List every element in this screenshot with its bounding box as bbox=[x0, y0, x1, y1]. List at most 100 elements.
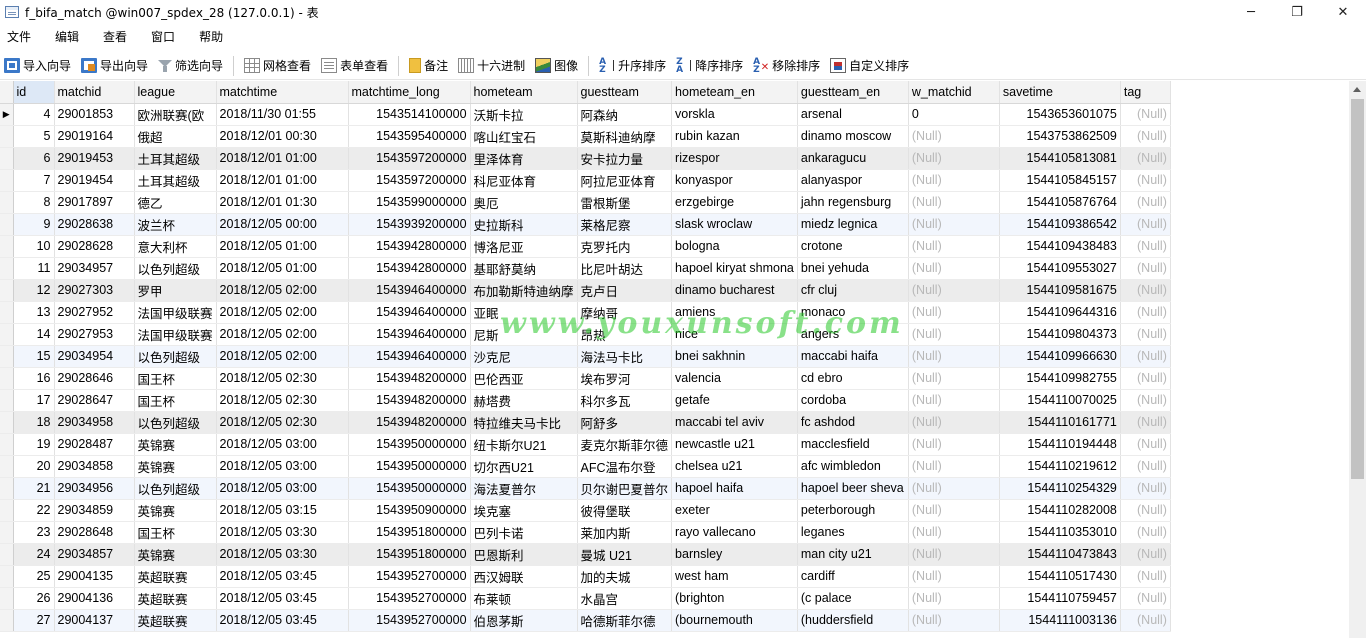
cell-tag[interactable]: (Null) bbox=[1120, 191, 1171, 214]
cell-matchtime-long[interactable]: 1543948200000 bbox=[348, 411, 471, 434]
cell-matchtime[interactable]: 2018/11/30 01:55 bbox=[216, 103, 349, 126]
cell-hometeam[interactable]: 沙克尼 bbox=[470, 345, 578, 368]
cell-savetime[interactable]: 1544110194448 bbox=[999, 433, 1121, 456]
cell-savetime[interactable]: 1543753862509 bbox=[999, 125, 1121, 148]
cell-guestteam-en[interactable]: cfr cluj bbox=[797, 279, 909, 302]
cell-w-matchid[interactable]: (Null) bbox=[908, 213, 1000, 236]
cell-matchtime[interactable]: 2018/12/05 03:15 bbox=[216, 499, 349, 522]
row-selector[interactable] bbox=[0, 477, 14, 500]
cell-hometeam-en[interactable]: chelsea u21 bbox=[671, 455, 798, 478]
cell-guestteam[interactable]: 水晶宫 bbox=[577, 587, 673, 610]
sort-ascending-button[interactable]: AZ 升序排序 bbox=[595, 55, 670, 77]
cell-matchtime-long[interactable]: 1543597200000 bbox=[348, 147, 471, 170]
cell-id[interactable]: 5 bbox=[13, 125, 55, 148]
cell-w-matchid[interactable]: (Null) bbox=[908, 433, 1000, 456]
cell-matchid[interactable]: 29034858 bbox=[54, 455, 135, 478]
cell-savetime[interactable]: 1544110282008 bbox=[999, 499, 1121, 522]
cell-matchtime-long[interactable]: 1543952700000 bbox=[348, 587, 471, 610]
cell-savetime[interactable]: 1544109982755 bbox=[999, 367, 1121, 390]
cell-guestteam-en[interactable]: hapoel beer sheva bbox=[797, 477, 909, 500]
cell-hometeam-en[interactable]: erzgebirge bbox=[671, 191, 798, 214]
cell-savetime[interactable]: 1544111003136 bbox=[999, 609, 1121, 632]
cell-league[interactable]: 国王杯 bbox=[134, 367, 217, 390]
cell-guestteam-en[interactable]: dinamo moscow bbox=[797, 125, 909, 148]
cell-matchtime-long[interactable]: 1543946400000 bbox=[348, 301, 471, 324]
cell-guestteam-en[interactable]: jahn regensburg bbox=[797, 191, 909, 214]
cell-id[interactable]: 21 bbox=[13, 477, 55, 500]
cell-guestteam[interactable]: 安卡拉力量 bbox=[577, 147, 673, 170]
cell-w-matchid[interactable]: (Null) bbox=[908, 345, 1000, 368]
cell-w-matchid[interactable]: (Null) bbox=[908, 323, 1000, 346]
cell-tag[interactable]: (Null) bbox=[1120, 147, 1171, 170]
menu-window[interactable]: 窗口 bbox=[145, 28, 181, 45]
cell-savetime[interactable]: 1544110759457 bbox=[999, 587, 1121, 610]
row-selector[interactable] bbox=[0, 147, 14, 170]
cell-matchid[interactable]: 29027303 bbox=[54, 279, 135, 302]
cell-w-matchid[interactable]: (Null) bbox=[908, 125, 1000, 148]
table-row[interactable]: 18 29034958 以色列超级 2018/12/05 02:30 154394820… bbox=[0, 411, 1171, 434]
cell-hometeam-en[interactable]: exeter bbox=[671, 499, 798, 522]
cell-id[interactable]: 19 bbox=[13, 433, 55, 456]
cell-tag[interactable]: (Null) bbox=[1120, 411, 1171, 434]
column-header-hometeam-en[interactable]: hometeam_en bbox=[671, 81, 798, 104]
cell-matchid[interactable]: 29004135 bbox=[54, 565, 135, 588]
cell-guestteam-en[interactable]: macclesfield bbox=[797, 433, 909, 456]
cell-league[interactable]: 英锦赛 bbox=[134, 543, 217, 566]
cell-w-matchid[interactable]: (Null) bbox=[908, 411, 1000, 434]
cell-matchtime-long[interactable]: 1543950000000 bbox=[348, 477, 471, 500]
cell-id[interactable]: 15 bbox=[13, 345, 55, 368]
menu-edit[interactable]: 编辑 bbox=[49, 28, 85, 45]
cell-hometeam-en[interactable]: bologna bbox=[671, 235, 798, 258]
cell-guestteam[interactable]: 比尼叶胡达 bbox=[577, 257, 673, 280]
cell-matchtime-long[interactable]: 1543946400000 bbox=[348, 345, 471, 368]
cell-matchid[interactable]: 29019453 bbox=[54, 147, 135, 170]
cell-tag[interactable]: (Null) bbox=[1120, 433, 1171, 456]
cell-savetime[interactable]: 1544110161771 bbox=[999, 411, 1121, 434]
cell-matchid[interactable]: 29027953 bbox=[54, 323, 135, 346]
cell-matchid[interactable]: 29019164 bbox=[54, 125, 135, 148]
cell-savetime[interactable]: 1544109438483 bbox=[999, 235, 1121, 258]
table-row[interactable]: 24 29034857 英锦赛 2018/12/05 03:30 15439518000… bbox=[0, 543, 1171, 566]
cell-matchtime[interactable]: 2018/12/05 02:00 bbox=[216, 345, 349, 368]
table-row[interactable]: 19 29028487 英锦赛 2018/12/05 03:00 15439500000… bbox=[0, 433, 1171, 456]
cell-matchid[interactable]: 29034857 bbox=[54, 543, 135, 566]
cell-savetime[interactable]: 1544110353010 bbox=[999, 521, 1121, 544]
cell-savetime[interactable]: 1544110517430 bbox=[999, 565, 1121, 588]
column-header-hometeam[interactable]: hometeam bbox=[470, 81, 578, 104]
cell-league[interactable]: 英锦赛 bbox=[134, 455, 217, 478]
column-header-w-matchid[interactable]: w_matchid bbox=[908, 81, 1000, 104]
cell-matchid[interactable]: 29019454 bbox=[54, 169, 135, 192]
cell-matchtime[interactable]: 2018/12/05 03:45 bbox=[216, 565, 349, 588]
cell-league[interactable]: 土耳其超级 bbox=[134, 147, 217, 170]
cell-savetime[interactable]: 1544105813081 bbox=[999, 147, 1121, 170]
column-header-guestteam[interactable]: guestteam bbox=[577, 81, 673, 104]
cell-hometeam-en[interactable]: rubin kazan bbox=[671, 125, 798, 148]
cell-guestteam-en[interactable]: ankaragucu bbox=[797, 147, 909, 170]
table-row[interactable]: 11 29034957 以色列超级 2018/12/05 01:00 154394280… bbox=[0, 257, 1171, 280]
cell-guestteam-en[interactable]: afc wimbledon bbox=[797, 455, 909, 478]
row-selector[interactable] bbox=[0, 455, 14, 478]
export-wizard-button[interactable]: 导出向导 bbox=[77, 55, 152, 77]
table-row[interactable]: 21 29034956 以色列超级 2018/12/05 03:00 154395000… bbox=[0, 477, 1171, 500]
minimize-button[interactable]: ─ bbox=[1228, 0, 1274, 24]
cell-guestteam-en[interactable]: cd ebro bbox=[797, 367, 909, 390]
cell-tag[interactable]: (Null) bbox=[1120, 499, 1171, 522]
cell-matchid[interactable]: 29001853 bbox=[54, 103, 135, 126]
cell-league[interactable]: 以色列超级 bbox=[134, 345, 217, 368]
cell-hometeam-en[interactable]: hapoel kiryat shmona bbox=[671, 257, 798, 280]
cell-hometeam[interactable]: 沃斯卡拉 bbox=[470, 103, 578, 126]
cell-id[interactable]: 11 bbox=[13, 257, 55, 280]
row-selector[interactable] bbox=[0, 411, 14, 434]
cell-matchtime-long[interactable]: 1543948200000 bbox=[348, 367, 471, 390]
cell-matchid[interactable]: 29034954 bbox=[54, 345, 135, 368]
row-selector[interactable] bbox=[0, 367, 14, 390]
cell-w-matchid[interactable]: 0 bbox=[908, 103, 1000, 126]
cell-tag[interactable]: (Null) bbox=[1120, 587, 1171, 610]
cell-matchtime[interactable]: 2018/12/05 02:00 bbox=[216, 323, 349, 346]
cell-league[interactable]: 英超联赛 bbox=[134, 565, 217, 588]
cell-w-matchid[interactable]: (Null) bbox=[908, 257, 1000, 280]
cell-savetime[interactable]: 1544109644316 bbox=[999, 301, 1121, 324]
cell-guestteam-en[interactable]: miedz legnica bbox=[797, 213, 909, 236]
cell-guestteam-en[interactable]: cordoba bbox=[797, 389, 909, 412]
row-selector[interactable] bbox=[0, 543, 14, 566]
